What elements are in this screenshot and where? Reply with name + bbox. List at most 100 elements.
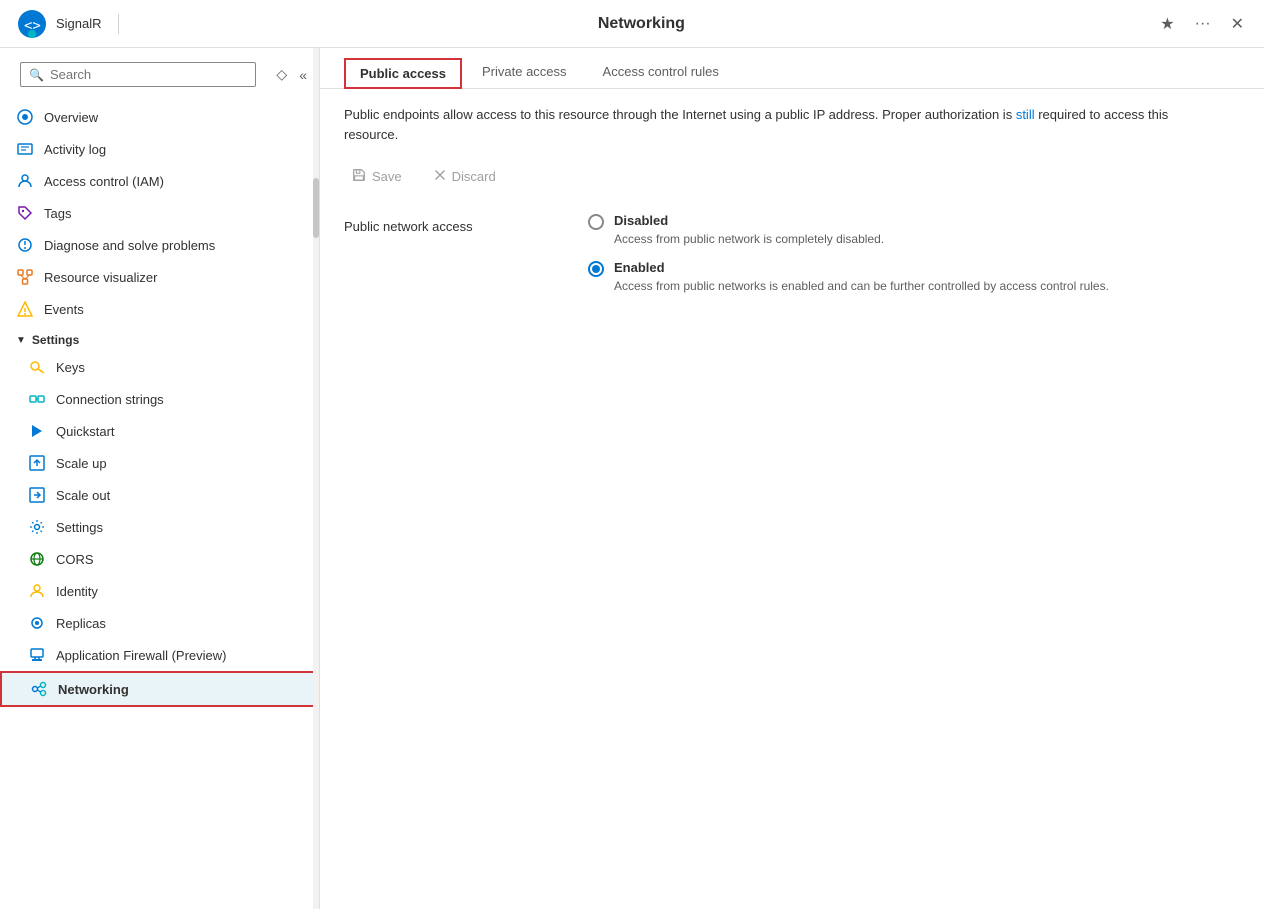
- radio-enabled-input[interactable]: [588, 261, 604, 277]
- networking-icon: [30, 680, 48, 698]
- sidebar-item-label: Scale out: [56, 488, 110, 503]
- sidebar-item-scale-out[interactable]: Scale out: [0, 479, 319, 511]
- tab-access-control-rules[interactable]: Access control rules: [587, 56, 735, 89]
- firewall-icon: [28, 646, 46, 664]
- discard-icon: [434, 169, 446, 184]
- diagnose-icon: [16, 236, 34, 254]
- sidebar-item-label: Tags: [44, 206, 71, 221]
- settings-section-label: Settings: [32, 333, 79, 347]
- radio-enabled-description: Access from public networks is enabled a…: [614, 278, 1109, 295]
- sidebar-item-visualizer[interactable]: Resource visualizer: [0, 261, 319, 293]
- sidebar-item-replicas[interactable]: Replicas: [0, 607, 319, 639]
- radio-disabled-description: Access from public network is completely…: [614, 231, 884, 248]
- sidebar-item-label: Quickstart: [56, 424, 115, 439]
- sidebar-item-identity[interactable]: Identity: [0, 575, 319, 607]
- sidebar-item-networking[interactable]: Networking: [0, 671, 319, 707]
- divider: [118, 14, 119, 34]
- settings-icon: [28, 518, 46, 536]
- connection-strings-icon: [28, 390, 46, 408]
- quickstart-icon: [28, 422, 46, 440]
- sidebar-item-keys[interactable]: Keys: [0, 351, 319, 383]
- events-icon: [16, 300, 34, 318]
- sidebar-item-connection-strings[interactable]: Connection strings: [0, 383, 319, 415]
- more-button[interactable]: ···: [1191, 11, 1215, 37]
- iam-icon: [16, 172, 34, 190]
- radio-enabled-label: Enabled: [614, 260, 1109, 275]
- sidebar-item-label: Application Firewall (Preview): [56, 648, 227, 663]
- sidebar-item-scale-up[interactable]: Scale up: [0, 447, 319, 479]
- radio-group-access: Disabled Access from public network is c…: [588, 213, 1109, 295]
- sidebar-item-label: Identity: [56, 584, 98, 599]
- save-button[interactable]: Save: [344, 164, 410, 189]
- search-input[interactable]: [50, 67, 247, 82]
- sidebar-item-label: Connection strings: [56, 392, 164, 407]
- sidebar-item-label: Scale up: [56, 456, 107, 471]
- radio-disabled-label: Disabled: [614, 213, 884, 228]
- overview-icon: [16, 108, 34, 126]
- top-bar-actions: ★ ··· ✕: [1156, 10, 1248, 38]
- radio-enabled-content: Enabled Access from public networks is e…: [614, 260, 1109, 295]
- top-bar: <> SignalR Networking ★ ··· ✕: [0, 0, 1264, 48]
- sidebar-item-activity-log[interactable]: Activity log: [0, 133, 319, 165]
- close-button[interactable]: ✕: [1227, 10, 1248, 38]
- sidebar-item-tags[interactable]: Tags: [0, 197, 319, 229]
- sidebar-item-overview[interactable]: Overview: [0, 101, 319, 133]
- radio-option-disabled[interactable]: Disabled Access from public network is c…: [588, 213, 1109, 248]
- chevron-down-icon: ▼: [16, 335, 26, 346]
- tab-public-access[interactable]: Public access: [344, 58, 462, 89]
- cors-icon: [28, 550, 46, 568]
- page-title: Networking: [135, 15, 1149, 33]
- description-text: Public endpoints allow access to this re…: [344, 105, 1204, 144]
- filter-button[interactable]: ◇: [272, 62, 291, 87]
- identity-icon: [28, 582, 46, 600]
- radio-option-enabled[interactable]: Enabled Access from public networks is e…: [588, 260, 1109, 295]
- sidebar-item-quickstart[interactable]: Quickstart: [0, 415, 319, 447]
- discard-button[interactable]: Discard: [426, 165, 504, 188]
- replicas-icon: [28, 614, 46, 632]
- form-label: Public network access: [344, 213, 564, 234]
- sidebar-item-label: Networking: [58, 682, 129, 697]
- description-link[interactable]: still: [1016, 107, 1035, 122]
- sidebar-item-label: Access control (IAM): [44, 174, 164, 189]
- scale-up-icon: [28, 454, 46, 472]
- search-icon: 🔍: [29, 68, 44, 82]
- sidebar-item-label: Events: [44, 302, 84, 317]
- sidebar-item-label: Settings: [56, 520, 103, 535]
- sidebar-item-label: Diagnose and solve problems: [44, 238, 215, 253]
- activity-log-icon: [16, 140, 34, 158]
- sidebar-item-label: Keys: [56, 360, 85, 375]
- sidebar: 🔍 ◇ « Overview Activity log Access c: [0, 48, 320, 909]
- sidebar-item-settings[interactable]: Settings: [0, 511, 319, 543]
- scrollbar-thumb[interactable]: [313, 178, 319, 238]
- sidebar-item-label: Overview: [44, 110, 98, 125]
- scrollbar-track: [313, 48, 319, 909]
- content-body: Public endpoints allow access to this re…: [320, 89, 1264, 909]
- sidebar-item-label: Replicas: [56, 616, 106, 631]
- keys-icon: [28, 358, 46, 376]
- sidebar-item-label: CORS: [56, 552, 94, 567]
- signalr-logo-icon: <>: [16, 8, 48, 40]
- favorite-button[interactable]: ★: [1156, 10, 1178, 38]
- sidebar-item-app-firewall[interactable]: Application Firewall (Preview): [0, 639, 319, 671]
- scale-out-icon: [28, 486, 46, 504]
- save-icon: [352, 168, 366, 185]
- sidebar-item-iam[interactable]: Access control (IAM): [0, 165, 319, 197]
- tags-icon: [16, 204, 34, 222]
- sidebar-item-cors[interactable]: CORS: [0, 543, 319, 575]
- sidebar-item-events[interactable]: Events: [0, 293, 319, 325]
- toolbar: Save Discard: [344, 164, 1240, 189]
- content-tabs: Public access Private access Access cont…: [320, 48, 1264, 89]
- sidebar-item-label: Resource visualizer: [44, 270, 157, 285]
- collapse-button[interactable]: «: [295, 63, 311, 87]
- sidebar-item-diagnose[interactable]: Diagnose and solve problems: [0, 229, 319, 261]
- sidebar-item-label: Activity log: [44, 142, 106, 157]
- settings-section-header[interactable]: ▼ Settings: [0, 325, 319, 351]
- search-container: 🔍: [20, 62, 256, 87]
- radio-disabled-content: Disabled Access from public network is c…: [614, 213, 884, 248]
- radio-disabled-input[interactable]: [588, 214, 604, 230]
- main-layout: 🔍 ◇ « Overview Activity log Access c: [0, 48, 1264, 909]
- app-name: SignalR: [56, 16, 102, 31]
- visualizer-icon: [16, 268, 34, 286]
- tab-private-access[interactable]: Private access: [466, 56, 583, 89]
- content-area: Public access Private access Access cont…: [320, 48, 1264, 909]
